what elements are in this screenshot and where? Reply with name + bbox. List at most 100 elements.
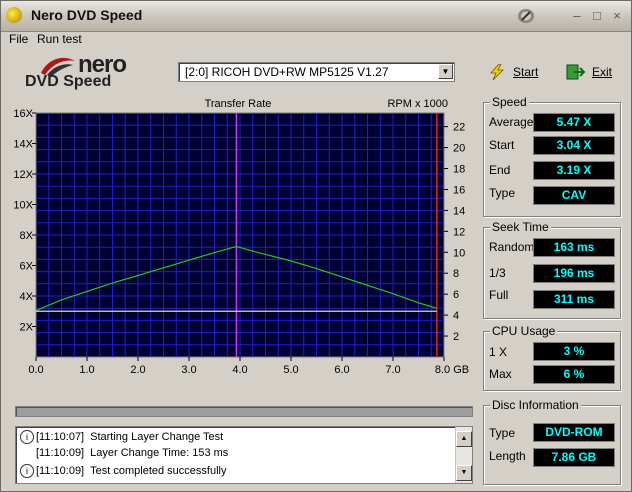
x-tick-label: 6.0 [334, 364, 349, 376]
log-message: Starting Layer Change Test [90, 431, 224, 443]
start-label: Start [513, 65, 539, 79]
speed-group: Speed Average 5.47 X Start 3.04 X End 3.… [483, 95, 621, 217]
maximize-icon[interactable]: □ [589, 8, 605, 24]
lightning-icon [490, 64, 504, 80]
scroll-up-icon[interactable]: ▲ [456, 431, 472, 447]
cpu-1x-value: 3 % [533, 342, 615, 361]
logo-product-text: DVD Speed [25, 73, 112, 90]
log-item: i [11:10:07] Starting Layer Change Test [20, 430, 223, 445]
chevron-down-icon[interactable]: ▼ [438, 64, 453, 79]
chart-title: Transfer Rate [205, 98, 272, 110]
disc-length-value: 7.86 GB [533, 448, 615, 467]
log-message: Test completed successfully [90, 465, 227, 477]
menu-file[interactable]: File [9, 32, 28, 46]
x-tick-label: 0.0 [28, 364, 43, 376]
start-speed-value: 3.04 X [533, 136, 615, 155]
log-time: [11:10:07] [36, 431, 85, 443]
close-icon[interactable]: × [609, 8, 625, 24]
random-value: 163 ms [533, 238, 615, 257]
drive-dropdown[interactable]: [2:0] RICOH DVD+RW MP5125 V1.27 ▼ [178, 62, 455, 82]
log-time: [11:10:09] [36, 447, 85, 460]
log-item: [11:10:09] Layer Change Time: 153 ms [36, 447, 228, 462]
seek-time-group: Seek Time Random 163 ms 1/3 196 ms Full … [483, 220, 621, 319]
full-value: 311 ms [533, 290, 615, 309]
main-window: Nero DVD Speed – □ × File Run test nero … [0, 0, 632, 492]
y-tick-label: 8X [20, 230, 34, 242]
end-speed-value: 3.19 X [533, 161, 615, 180]
menu-run-test[interactable]: Run test [37, 32, 82, 46]
log-message: Layer Change Time: 153 ms [90, 447, 229, 460]
log-list[interactable]: i [11:10:07] Starting Layer Change Test [1… [15, 426, 473, 484]
title-bar[interactable]: Nero DVD Speed – □ × [1, 1, 631, 32]
average-value: 5.47 X [533, 113, 615, 132]
drive-selected-value: [2:0] RICOH DVD+RW MP5125 V1.27 [185, 65, 389, 79]
disc-info-title: Disc Information [490, 398, 581, 412]
speed-type-label: Type [489, 186, 516, 200]
app-icon [6, 7, 22, 23]
menu-bar: File Run test [1, 32, 631, 48]
exit-label: Exit [592, 65, 613, 79]
exit-button[interactable]: Exit [566, 64, 612, 82]
random-label: Random [489, 240, 535, 254]
full-label: Full [489, 288, 509, 302]
y-tick-label: 12X [13, 169, 33, 181]
log-time: [11:10:09] [36, 465, 85, 477]
y2-tick-label: 10 [453, 247, 465, 259]
disc-type-label: Type [489, 426, 516, 440]
transfer-rate-chart: Transfer Rate RPM x 1000 0.0 1.0 2.0 3.0 4.0… [13, 98, 469, 376]
y-tick-label: 6X [20, 261, 34, 273]
info-icon: i [20, 464, 34, 478]
minimize-icon[interactable]: – [569, 8, 585, 24]
y2-tick-label: 4 [453, 310, 459, 322]
x-tick-label: 3.0 [181, 364, 196, 376]
y2-tick-label: 14 [453, 205, 465, 217]
y2-tick-label: 8 [453, 268, 459, 280]
y2-tick-label: 6 [453, 289, 459, 301]
y-axis-ticks: 2X 4X 6X 8X 10X 12X 14X 16X [13, 108, 36, 334]
info-icon: i [20, 430, 34, 444]
y-tick-label: 16X [13, 108, 33, 120]
speed-title: Speed [490, 95, 529, 109]
scroll-down-icon[interactable]: ▼ [456, 465, 472, 481]
log-scrollbar[interactable]: ▲ ▼ [455, 427, 472, 483]
y-tick-label: 10X [13, 200, 33, 212]
speed-type-value: CAV [533, 186, 615, 205]
start-button[interactable]: Start [487, 64, 538, 82]
y2-tick-label: 16 [453, 184, 465, 196]
average-label: Average [489, 115, 534, 129]
y2-tick-label: 2 [453, 331, 459, 343]
x-tick-label: 4.0 [232, 364, 247, 376]
right-axis-label: RPM x 1000 [387, 98, 448, 110]
disc-info-group: Disc Information Type DVD-ROM Length 7.8… [483, 398, 621, 485]
chart-grid [36, 113, 444, 357]
progress-bar [15, 406, 473, 417]
y-tick-label: 14X [13, 139, 33, 151]
start-speed-label: Start [489, 138, 515, 152]
y-tick-label: 2X [20, 322, 34, 334]
x-tick-label: 7.0 [385, 364, 400, 376]
window-title: Nero DVD Speed [31, 7, 143, 23]
third-value: 196 ms [533, 264, 615, 283]
x-axis-ticks: 0.0 1.0 2.0 3.0 4.0 5.0 6.0 7.0 8.0 GB [28, 357, 469, 376]
cpu-usage-title: CPU Usage [490, 324, 558, 338]
nero-logo: nero DVD Speed [23, 53, 143, 91]
log-item: i [11:10:09] Test completed successfully [20, 464, 226, 479]
x-tick-label: 2.0 [130, 364, 145, 376]
disc-length-label: Length [489, 449, 526, 463]
y2-axis-ticks: 2 4 6 8 10 12 14 16 18 20 22 [444, 122, 465, 343]
y2-tick-label: 22 [453, 122, 465, 134]
y-tick-label: 4X [20, 291, 34, 303]
seek-time-title: Seek Time [490, 220, 551, 234]
theme-dial-icon [518, 9, 534, 23]
x-tick-label: 8.0 GB [435, 364, 469, 376]
cpu-usage-group: CPU Usage 1 X 3 % Max 6 % [483, 324, 621, 391]
cpu-max-value: 6 % [533, 365, 615, 384]
third-label: 1/3 [489, 266, 506, 280]
x-tick-label: 1.0 [79, 364, 94, 376]
cpu-1x-label: 1 X [489, 345, 508, 359]
y2-tick-label: 20 [453, 143, 465, 155]
exit-door-icon [566, 64, 586, 80]
disc-type-value: DVD-ROM [533, 423, 615, 442]
y2-tick-label: 12 [453, 226, 465, 238]
end-speed-label: End [489, 163, 511, 177]
